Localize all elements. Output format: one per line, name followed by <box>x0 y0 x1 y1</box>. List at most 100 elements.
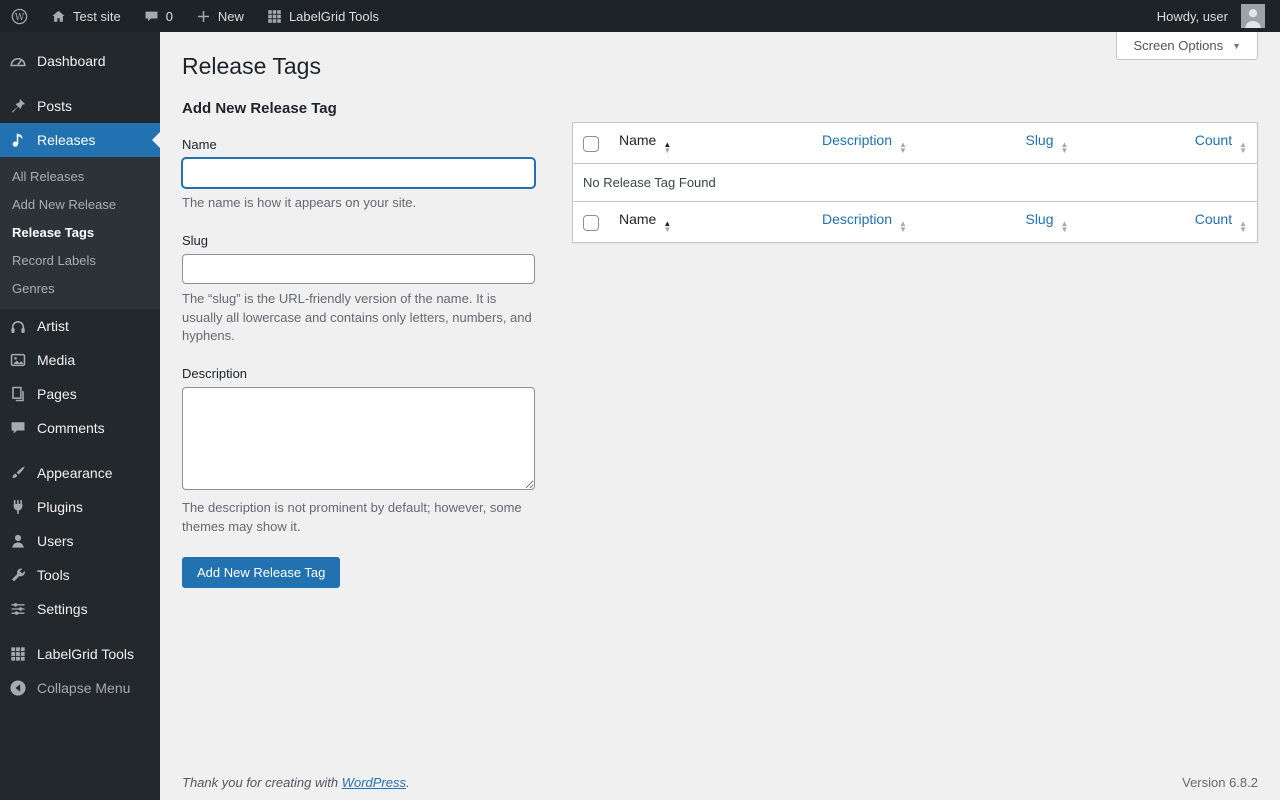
select-all-checkbox[interactable] <box>583 136 599 152</box>
howdy-label: Howdy, user <box>1157 9 1228 24</box>
avatar <box>1241 4 1265 28</box>
add-tag-form: Add New Release Tag Name The name is how… <box>182 90 535 588</box>
name-label: Name <box>182 137 535 152</box>
sidebar-item-artist[interactable]: Artist <box>0 309 160 343</box>
sidebar-item-settings[interactable]: Settings <box>0 592 160 626</box>
admin-bar: W Test site 0 New LabelGrid Tools Howdy,… <box>0 0 1280 32</box>
media-icon <box>8 351 28 369</box>
submenu-item-genres[interactable]: Genres <box>0 275 160 303</box>
home-icon <box>50 8 67 25</box>
plus-icon <box>195 8 212 25</box>
sort-by-name-link[interactable]: Name <box>619 211 656 227</box>
sidebar-item-users[interactable]: Users <box>0 524 160 558</box>
sidebar-item-label: Comments <box>37 420 105 436</box>
sort-by-slug-link[interactable]: Slug <box>1025 211 1053 227</box>
site-name-link[interactable]: Test site <box>39 0 132 32</box>
tools-icon <box>8 566 28 584</box>
sidebar-item-releases[interactable]: Releases <box>0 123 160 157</box>
slug-input[interactable] <box>182 254 535 284</box>
sidebar-item-label: Tools <box>37 567 70 583</box>
comments-icon <box>8 419 28 437</box>
sidebar-item-posts[interactable]: Posts <box>0 89 160 123</box>
table-header-row: Name ▲▼ Description ▲▼ Slug ▲▼ Count ▲▼ <box>573 123 1257 164</box>
page-title: Release Tags <box>182 32 1258 90</box>
menu-separator <box>0 445 160 456</box>
new-content-link[interactable]: New <box>184 0 255 32</box>
wordpress-logo-icon: W <box>11 8 28 25</box>
admin-sidebar: Dashboard Posts Releases All Releases Ad… <box>0 32 160 800</box>
sort-indicator-icon: ▲▼ <box>1239 142 1247 154</box>
wp-logo-button[interactable]: W <box>0 0 39 32</box>
sidebar-item-comments[interactable]: Comments <box>0 411 160 445</box>
description-label: Description <box>182 366 535 381</box>
my-account-link[interactable]: Howdy, user <box>1146 0 1276 32</box>
settings-icon <box>8 600 28 618</box>
collapse-icon <box>8 679 28 697</box>
dashboard-icon <box>8 52 28 70</box>
sort-by-slug-link[interactable]: Slug <box>1025 132 1053 148</box>
labelgrid-toolbar-label: LabelGrid Tools <box>289 9 379 24</box>
sidebar-item-plugins[interactable]: Plugins <box>0 490 160 524</box>
submenu-item-add-new-release[interactable]: Add New Release <box>0 191 160 219</box>
sidebar-item-labelgrid-tools[interactable]: LabelGrid Tools <box>0 637 160 671</box>
add-new-release-tag-button[interactable]: Add New Release Tag <box>182 557 340 588</box>
labelgrid-icon <box>8 645 28 663</box>
sidebar-item-label: Settings <box>37 601 88 617</box>
collapse-menu-button[interactable]: Collapse Menu <box>0 671 160 705</box>
sidebar-item-label: Artist <box>37 318 69 334</box>
sort-indicator-icon: ▲▼ <box>899 142 907 154</box>
sort-indicator-asc-icon: ▲▼ <box>663 142 671 154</box>
description-textarea[interactable] <box>182 387 535 490</box>
slug-field-group: Slug The “slug” is the URL-friendly vers… <box>182 233 535 347</box>
sidebar-item-label: Posts <box>37 98 72 114</box>
chevron-down-icon: ▼ <box>1232 41 1241 51</box>
comments-count: 0 <box>166 9 173 24</box>
sort-by-description-link[interactable]: Description <box>822 132 892 148</box>
grid-icon <box>266 8 283 25</box>
main-content: Screen Options ▼ Release Tags Add New Re… <box>160 0 1280 800</box>
table-footer-row: Name▲▼ Description▲▼ Slug▲▼ Count▲▼ <box>573 201 1257 242</box>
slug-help-text: The “slug” is the URL-friendly version o… <box>182 290 535 347</box>
comments-link[interactable]: 0 <box>132 0 184 32</box>
sidebar-item-pages[interactable]: Pages <box>0 377 160 411</box>
submenu-item-record-labels[interactable]: Record Labels <box>0 247 160 275</box>
tags-list: Name ▲▼ Description ▲▼ Slug ▲▼ Count ▲▼ <box>572 90 1258 243</box>
releases-icon <box>8 131 28 149</box>
labelgrid-tools-toolbar-link[interactable]: LabelGrid Tools <box>255 0 390 32</box>
submenu-item-all-releases[interactable]: All Releases <box>0 163 160 191</box>
sidebar-item-dashboard[interactable]: Dashboard <box>0 44 160 78</box>
sort-indicator-asc-icon: ▲▼ <box>663 221 671 233</box>
sidebar-item-label: Pages <box>37 386 77 402</box>
sort-by-description-link[interactable]: Description <box>822 211 892 227</box>
plugins-icon <box>8 498 28 516</box>
users-icon <box>8 532 28 550</box>
site-name-label: Test site <box>73 9 121 24</box>
wordpress-link[interactable]: WordPress <box>342 775 406 790</box>
collapse-menu-label: Collapse Menu <box>37 680 130 696</box>
footer-thanks-period: . <box>406 775 410 790</box>
name-help-text: The name is how it appears on your site. <box>182 194 535 213</box>
comment-icon <box>143 8 160 25</box>
slug-label: Slug <box>182 233 535 248</box>
sort-indicator-icon: ▲▼ <box>1061 142 1069 154</box>
svg-text:W: W <box>15 11 25 22</box>
menu-separator <box>0 78 160 89</box>
form-heading: Add New Release Tag <box>182 100 535 117</box>
footer-version: Version 6.8.2 <box>1182 775 1258 790</box>
new-label: New <box>218 9 244 24</box>
submenu-item-release-tags[interactable]: Release Tags <box>0 219 160 247</box>
sidebar-item-label: Releases <box>37 132 95 148</box>
sort-by-count-link[interactable]: Count <box>1195 211 1232 227</box>
sidebar-item-appearance[interactable]: Appearance <box>0 456 160 490</box>
footer-thanks-text: Thank you for creating with <box>182 775 342 790</box>
screen-options-button[interactable]: Screen Options ▼ <box>1116 32 1258 60</box>
sidebar-item-media[interactable]: Media <box>0 343 160 377</box>
release-tags-table: Name ▲▼ Description ▲▼ Slug ▲▼ Count ▲▼ <box>573 123 1257 242</box>
posts-icon <box>8 97 28 115</box>
footer-thanks: Thank you for creating with WordPress. <box>182 775 410 790</box>
sidebar-item-tools[interactable]: Tools <box>0 558 160 592</box>
name-input[interactable] <box>182 158 535 188</box>
sort-by-count-link[interactable]: Count <box>1195 132 1232 148</box>
sort-by-name-link[interactable]: Name <box>619 132 656 148</box>
select-all-checkbox-footer[interactable] <box>583 215 599 231</box>
